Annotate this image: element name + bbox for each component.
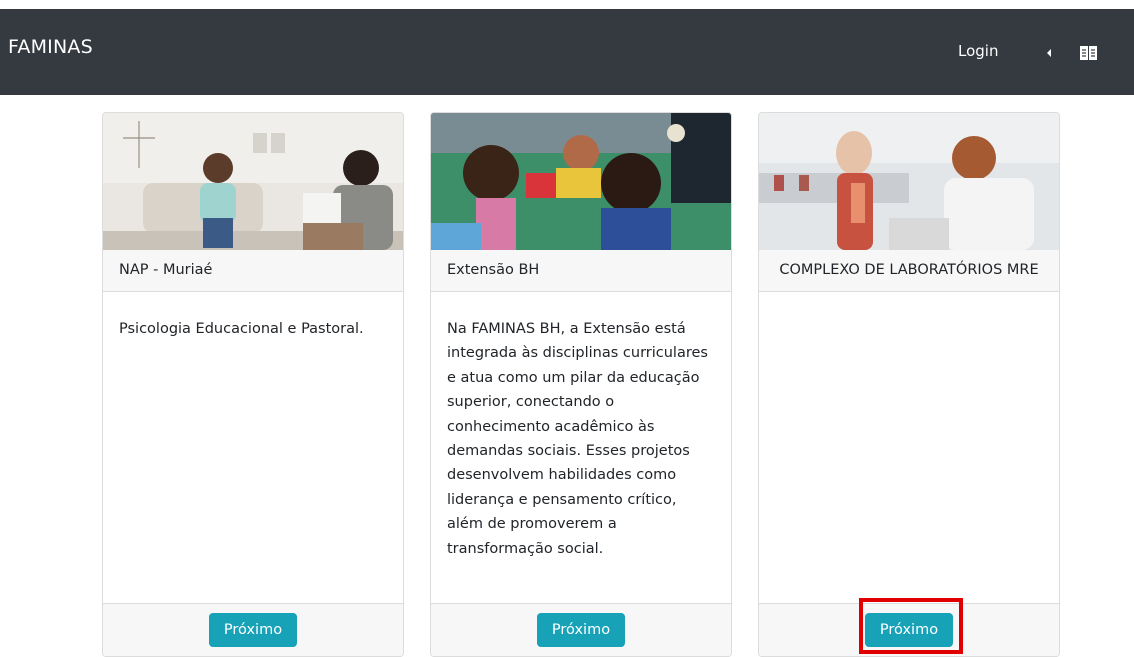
card-image-children-activity xyxy=(431,113,731,250)
card-title: Extensão BH xyxy=(431,250,731,292)
card-extensao-bh: Extensão BH Na FAMINAS BH, a Extensão es… xyxy=(430,112,732,657)
card-nap-muriae: NAP - Muriaé Psicologia Educacional e Pa… xyxy=(102,112,404,657)
card-footer: Próximo xyxy=(431,603,731,656)
card-footer: Próximo xyxy=(759,603,1059,656)
next-button[interactable]: Próximo xyxy=(537,613,625,647)
card-image-therapy-session xyxy=(103,113,403,250)
card-description: Na FAMINAS BH, a Extensão está integrada… xyxy=(447,321,708,557)
caret-left-icon[interactable] xyxy=(1047,49,1051,57)
next-button[interactable]: Próximo xyxy=(209,613,297,647)
card-complexo-laboratorios: COMPLEXO DE LABORATÓRIOS MRE Próximo xyxy=(758,112,1060,657)
card-footer: Próximo xyxy=(103,603,403,656)
card-title: COMPLEXO DE LABORATÓRIOS MRE xyxy=(759,250,1059,292)
book-icon[interactable] xyxy=(1079,44,1098,62)
next-button[interactable]: Próximo xyxy=(865,613,953,647)
card-title: NAP - Muriaé xyxy=(103,250,403,292)
card-description: Psicologia Educacional e Pastoral. xyxy=(119,321,364,337)
brand-logo-text[interactable]: FAMINAS xyxy=(8,36,93,58)
top-navbar: FAMINAS Login xyxy=(0,9,1134,95)
card-description xyxy=(759,292,1059,317)
card-image-laboratory xyxy=(759,113,1059,250)
login-link[interactable]: Login xyxy=(958,42,998,60)
